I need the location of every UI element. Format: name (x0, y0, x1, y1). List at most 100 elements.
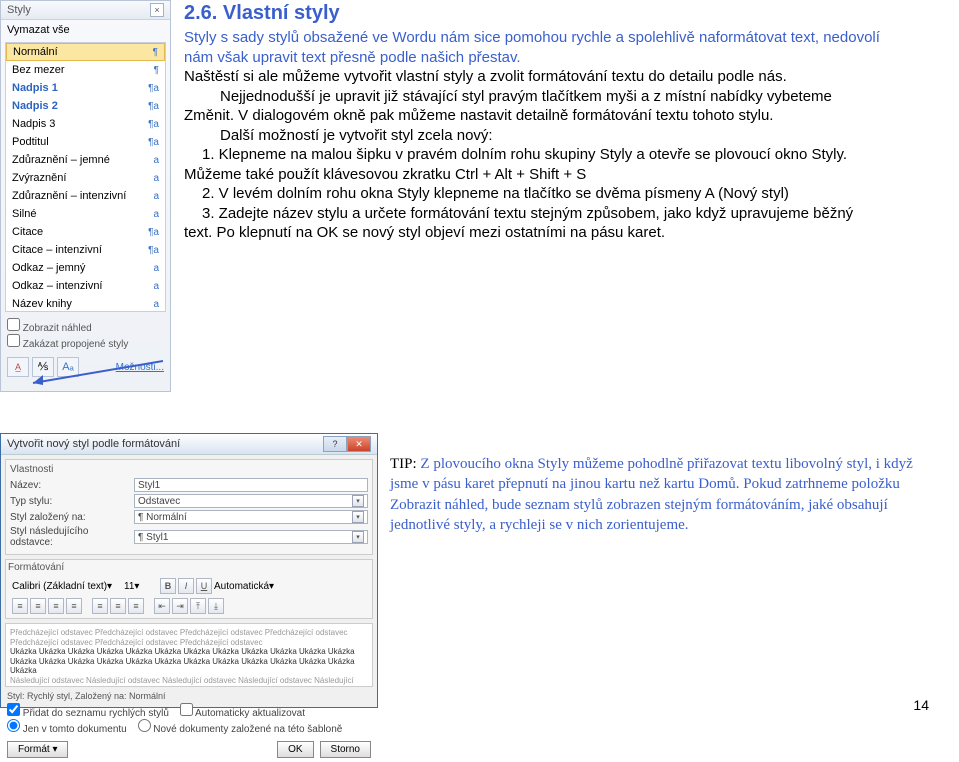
style-item[interactable]: Podtitul¶a (6, 133, 165, 151)
char-icon: a (153, 173, 159, 184)
select-value: ¶ Normální (138, 512, 187, 523)
window-buttons: ? ✕ (323, 436, 371, 452)
line-spacing-2-button[interactable]: ≡ (110, 598, 126, 614)
style-item[interactable]: Odkaz – intenzivnía (6, 277, 165, 295)
paragraph-icon: ¶a (148, 119, 159, 130)
paragraph-icon: ¶a (148, 101, 159, 112)
ok-button[interactable]: OK (277, 741, 313, 758)
styles-pane: Styly × Vymazat vše Normální¶ Bez mezer¶… (0, 0, 171, 392)
type-select[interactable]: Odstavec▾ (134, 494, 368, 508)
char-icon: a (153, 191, 159, 202)
char-icon: a (153, 209, 159, 220)
step: 1. Klepneme na malou šipku v pravém doln… (184, 145, 884, 184)
paragraph: Naštěstí si ale můžeme vytvořit vlastní … (184, 67, 884, 87)
new-style-dialog: Vytvořit nový styl podle formátování ? ✕… (0, 433, 378, 708)
close-button[interactable]: ✕ (347, 436, 371, 452)
disable-linked-checkbox[interactable]: Zakázat propojené styly (7, 334, 164, 350)
checkbox-label: Zobrazit náhled (23, 323, 92, 334)
styles-list: Normální¶ Bez mezer¶ Nadpis 1¶a Nadpis 2… (5, 42, 166, 312)
style-item[interactable]: Název knihya (6, 295, 165, 312)
styles-pane-checkboxes: Zobrazit náhled Zakázat propojené styly (1, 314, 170, 354)
help-button[interactable]: ? (323, 436, 347, 452)
style-item[interactable]: Bez mezer¶ (6, 61, 165, 79)
paragraph-icon: ¶ (153, 47, 158, 58)
next-style-label: Styl následujícího odstavce: (10, 526, 130, 548)
bold-button[interactable]: B (160, 578, 176, 594)
tip-body: Z plovoucího okna Styly můžeme pohodlně … (390, 456, 913, 533)
style-inspector-button[interactable]: ⅍ (32, 357, 54, 377)
font-size-select[interactable]: 11▾ (124, 581, 158, 592)
style-item[interactable]: Zdůraznění – intenzivní a (6, 187, 165, 205)
next-style-select[interactable]: ¶ Styl1▾ (134, 530, 368, 544)
style-label: Zdůraznění – jemné (12, 154, 110, 166)
underline-button[interactable]: U (196, 578, 212, 594)
paragraph-icon: ¶a (148, 245, 159, 256)
align-center-button[interactable]: ≡ (30, 598, 46, 614)
select-value: 11 (124, 581, 134, 592)
line-spacing-1-button[interactable]: ≡ (92, 598, 108, 614)
align-right-button[interactable]: ≡ (48, 598, 64, 614)
space-after-button[interactable]: ⤓ (208, 598, 224, 614)
auto-update-checkbox[interactable]: Automaticky aktualizovat (180, 703, 305, 719)
style-item[interactable]: Nadpis 1 ¶a (6, 79, 165, 97)
show-preview-checkbox[interactable]: Zobrazit náhled (7, 318, 164, 334)
style-item[interactable]: Odkaz – jemnýa (6, 259, 165, 277)
style-label: Odkaz – jemný (12, 262, 85, 274)
radio-label: Nové dokumenty založené na této šabloně (153, 724, 342, 735)
style-item[interactable]: Citace¶a (6, 223, 165, 241)
style-label: Silné (12, 208, 36, 220)
radio-label: Jen v tomto dokumentu (23, 724, 127, 735)
font-color-select[interactable]: Automatická▾ (214, 581, 294, 592)
italic-button[interactable]: I (178, 578, 194, 594)
close-icon[interactable]: × (150, 3, 164, 17)
based-on-select[interactable]: ¶ Normální▾ (134, 510, 368, 524)
style-item[interactable]: Silné a (6, 205, 165, 223)
cancel-button[interactable]: Storno (320, 741, 371, 758)
style-label: Nadpis 1 (12, 82, 58, 94)
manage-icon: Aₐ (62, 361, 73, 373)
style-item[interactable]: Nadpis 3 ¶a (6, 115, 165, 133)
chevron-down-icon: ▾ (269, 581, 274, 592)
style-item[interactable]: Zdůraznění – jemné a (6, 151, 165, 169)
char-icon: a (153, 155, 159, 166)
tip-lead: TIP: (390, 456, 417, 472)
options-link[interactable]: Možnosti... (116, 362, 164, 373)
style-label: Zdůraznění – intenzivní (12, 190, 126, 202)
style-item[interactable]: Nadpis 2¶a (6, 97, 165, 115)
doc-only-radio[interactable]: Jen v tomto dokumentu (7, 719, 127, 735)
name-input[interactable]: Styl1 (134, 478, 368, 492)
select-value: Calibri (Základní text) (12, 581, 107, 592)
main-body: 2.6. Vlastní styly Styly s sady stylů ob… (184, 0, 914, 243)
preview-sample-text: Ukázka Ukázka Ukázka Ukázka Ukázka Ukázk… (10, 647, 368, 676)
chevron-down-icon: ▾ (352, 531, 364, 543)
clear-all-link[interactable]: Vymazat vše (1, 20, 170, 40)
select-value: Automatická (214, 581, 269, 592)
type-label: Typ stylu: (10, 496, 130, 507)
add-quick-checkbox[interactable]: Přidat do seznamu rychlých stylů (7, 703, 169, 719)
indent-decrease-button[interactable]: ⇤ (154, 598, 170, 614)
manage-styles-button[interactable]: Aₐ (57, 357, 79, 377)
based-on-label: Styl založený na: (10, 512, 130, 523)
format-button[interactable]: Formát ▾ (7, 741, 68, 758)
align-left-button[interactable]: ≡ (12, 598, 28, 614)
font-name-select[interactable]: Calibri (Základní text)▾ (12, 581, 122, 592)
paragraph-icon: ¶ (154, 65, 159, 76)
template-radio[interactable]: Nové dokumenty založené na této šabloně (138, 719, 343, 735)
new-style-button[interactable]: A̲ (7, 357, 29, 377)
space-before-button[interactable]: ⤒ (190, 598, 206, 614)
align-justify-button[interactable]: ≡ (66, 598, 82, 614)
style-label: Nadpis 3 (12, 118, 55, 130)
style-item[interactable]: Zvýrazněnía (6, 169, 165, 187)
dialog-buttons: Formát ▾ OK Storno (1, 737, 377, 762)
styles-pane-titlebar: Styly × (1, 1, 170, 20)
preview-prev-text: Předcházející odstavec Předcházející ods… (10, 628, 368, 647)
paragraph-icon: ¶a (148, 83, 159, 94)
line-spacing-3-button[interactable]: ≡ (128, 598, 144, 614)
paragraph-icon: ¶a (148, 227, 159, 238)
dialog-titlebar: Vytvořit nový styl podle formátování ? ✕ (1, 434, 377, 455)
style-item[interactable]: Normální¶ (6, 43, 165, 61)
style-item[interactable]: Citace – intenzivní¶a (6, 241, 165, 259)
styles-pane-footer: A̲ ⅍ Aₐ Možnosti... (1, 354, 170, 380)
preview-pane: Předcházející odstavec Předcházející ods… (5, 623, 373, 687)
indent-increase-button[interactable]: ⇥ (172, 598, 188, 614)
